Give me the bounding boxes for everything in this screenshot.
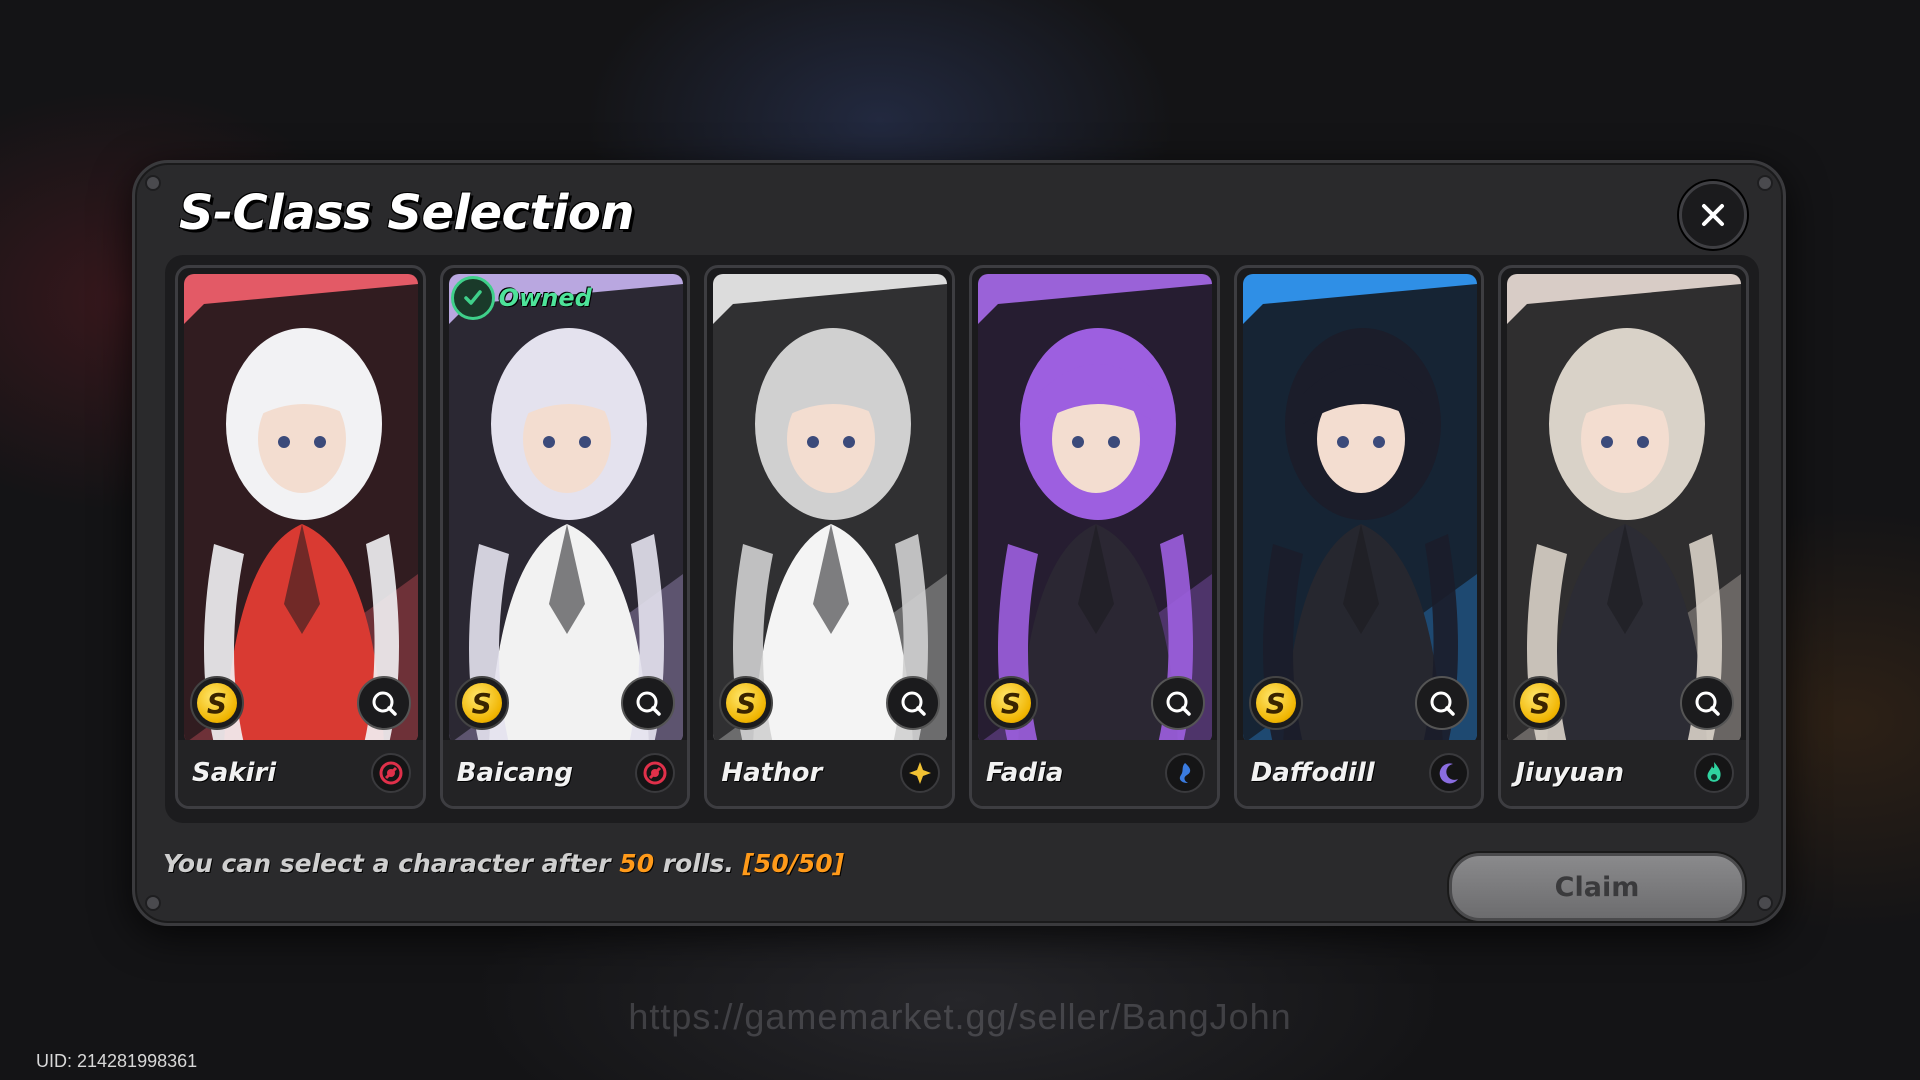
owned-label: Owned xyxy=(498,284,592,312)
character-name: Jiuyuan xyxy=(1515,758,1624,788)
character-nameplate: Sakiri xyxy=(178,740,423,806)
magnifier-icon xyxy=(1695,691,1720,716)
checkmark-icon xyxy=(450,276,495,320)
character-card[interactable]: Owned S Baicang xyxy=(439,265,691,809)
close-icon xyxy=(1702,204,1724,226)
requirement-prefix: You can select a character after xyxy=(163,849,620,878)
required-rolls-count: 50 xyxy=(619,849,655,878)
rivet-decoration xyxy=(145,175,161,191)
crimson-ring-element-icon xyxy=(635,753,676,793)
character-portrait xyxy=(713,274,948,744)
character-name: Daffodill xyxy=(1250,758,1375,788)
inspect-button[interactable] xyxy=(1150,676,1205,730)
character-nameplate: Hathor xyxy=(707,740,953,806)
magnifier-icon xyxy=(901,691,926,716)
character-card[interactable]: S Sakiri xyxy=(175,265,426,809)
inspect-button[interactable] xyxy=(356,676,411,730)
character-name: Baicang xyxy=(456,758,574,788)
s-class-selection-modal: S-Class Selection S Sakiri Owned S Baicang S H… xyxy=(132,160,1786,926)
violet-moon-element-icon xyxy=(1429,753,1470,793)
character-card[interactable]: S Jiuyuan xyxy=(1498,265,1750,809)
rivet-decoration xyxy=(145,895,161,911)
magnifier-icon xyxy=(1430,691,1456,716)
character-nameplate: Jiuyuan xyxy=(1501,740,1747,806)
rank-letter: S xyxy=(1255,683,1296,723)
character-card[interactable]: S Fadia xyxy=(969,265,1220,809)
crimson-ring-element-icon xyxy=(370,753,411,793)
teal-flame-element-icon xyxy=(1694,753,1735,793)
rank-letter: S xyxy=(197,683,237,723)
rank-letter: S xyxy=(1520,683,1561,723)
character-name: Sakiri xyxy=(192,758,277,788)
inspect-button[interactable] xyxy=(1680,676,1735,730)
character-nameplate: Daffodill xyxy=(1236,740,1482,806)
character-nameplate: Baicang xyxy=(442,740,688,806)
rank-s-badge: S xyxy=(1513,676,1568,730)
inspect-button[interactable] xyxy=(886,676,941,730)
rank-letter: S xyxy=(461,683,502,723)
gold-star-element-icon xyxy=(900,753,941,793)
rank-s-badge: S xyxy=(190,676,244,730)
rivet-decoration xyxy=(1757,895,1773,911)
roll-progress: [50/50] xyxy=(742,849,845,878)
character-card-list: S Sakiri Owned S Baicang S Hathor S Fadia S Daffod… xyxy=(165,255,1759,823)
rank-letter: S xyxy=(726,683,767,723)
character-name: Hathor xyxy=(721,758,823,788)
blue-wave-element-icon xyxy=(1164,753,1205,793)
user-id: UID: 214281998361 xyxy=(36,1051,198,1071)
rank-s-badge: S xyxy=(454,676,509,730)
owned-badge: Owned xyxy=(450,276,592,320)
modal-title: S-Class Selection xyxy=(179,185,635,241)
character-card[interactable]: S Hathor xyxy=(704,265,956,809)
claim-button[interactable]: Claim xyxy=(1449,853,1745,921)
character-portrait xyxy=(978,274,1213,744)
character-card[interactable]: S Daffodill xyxy=(1233,265,1485,809)
character-portrait xyxy=(1507,274,1742,744)
rank-s-badge: S xyxy=(719,676,774,730)
selection-requirement-text: You can select a character after 50 roll… xyxy=(163,849,844,878)
character-nameplate: Fadia xyxy=(972,740,1217,806)
magnifier-icon xyxy=(1166,691,1191,716)
rank-letter: S xyxy=(991,683,1032,723)
inspect-button[interactable] xyxy=(621,676,676,730)
character-portrait xyxy=(1242,274,1477,744)
watermark-text: https://gamemarket.gg/seller/BangJohn xyxy=(628,996,1292,1037)
requirement-suffix: rolls. xyxy=(654,849,743,878)
character-name: Fadia xyxy=(986,758,1064,788)
character-portrait xyxy=(448,274,683,744)
inspect-button[interactable] xyxy=(1415,676,1470,730)
rank-s-badge: S xyxy=(1248,676,1303,730)
close-button[interactable] xyxy=(1679,181,1747,249)
magnifier-icon xyxy=(372,691,397,716)
magnifier-icon xyxy=(636,691,662,716)
rivet-decoration xyxy=(1757,175,1773,191)
rank-s-badge: S xyxy=(984,676,1039,730)
character-portrait xyxy=(184,274,418,744)
